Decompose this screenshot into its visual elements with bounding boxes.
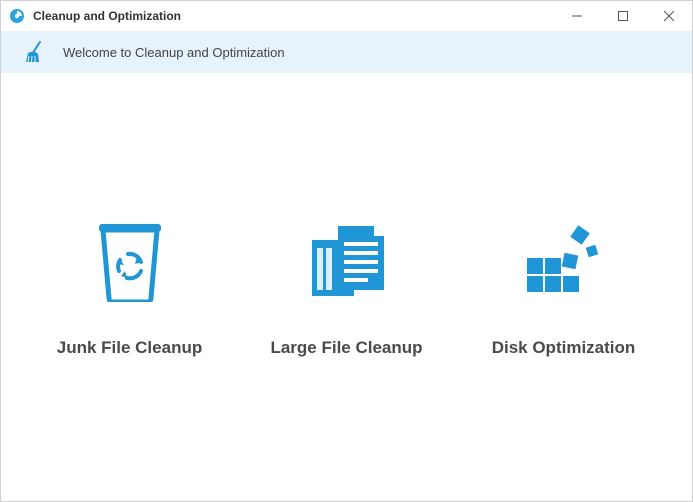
broom-icon (21, 38, 49, 66)
files-icon (302, 216, 392, 306)
disk-optimization-card[interactable]: Disk Optimization (464, 216, 664, 358)
disk-optimization-label: Disk Optimization (492, 338, 636, 358)
main-content: Junk File Cleanup Large File Cleanup (1, 73, 692, 501)
app-icon (9, 8, 25, 24)
junk-file-cleanup-card[interactable]: Junk File Cleanup (30, 216, 230, 358)
junk-file-cleanup-label: Junk File Cleanup (57, 338, 202, 358)
titlebar: Cleanup and Optimization (1, 1, 692, 31)
welcome-banner: Welcome to Cleanup and Optimization (1, 31, 692, 73)
close-button[interactable] (646, 1, 692, 31)
large-file-cleanup-label: Large File Cleanup (270, 338, 422, 358)
maximize-button[interactable] (600, 1, 646, 31)
trash-recycle-icon (85, 216, 175, 306)
window-controls (554, 1, 692, 31)
window-title: Cleanup and Optimization (33, 9, 554, 23)
minimize-button[interactable] (554, 1, 600, 31)
welcome-text: Welcome to Cleanup and Optimization (63, 45, 285, 60)
large-file-cleanup-card[interactable]: Large File Cleanup (247, 216, 447, 358)
defrag-blocks-icon (519, 216, 609, 306)
